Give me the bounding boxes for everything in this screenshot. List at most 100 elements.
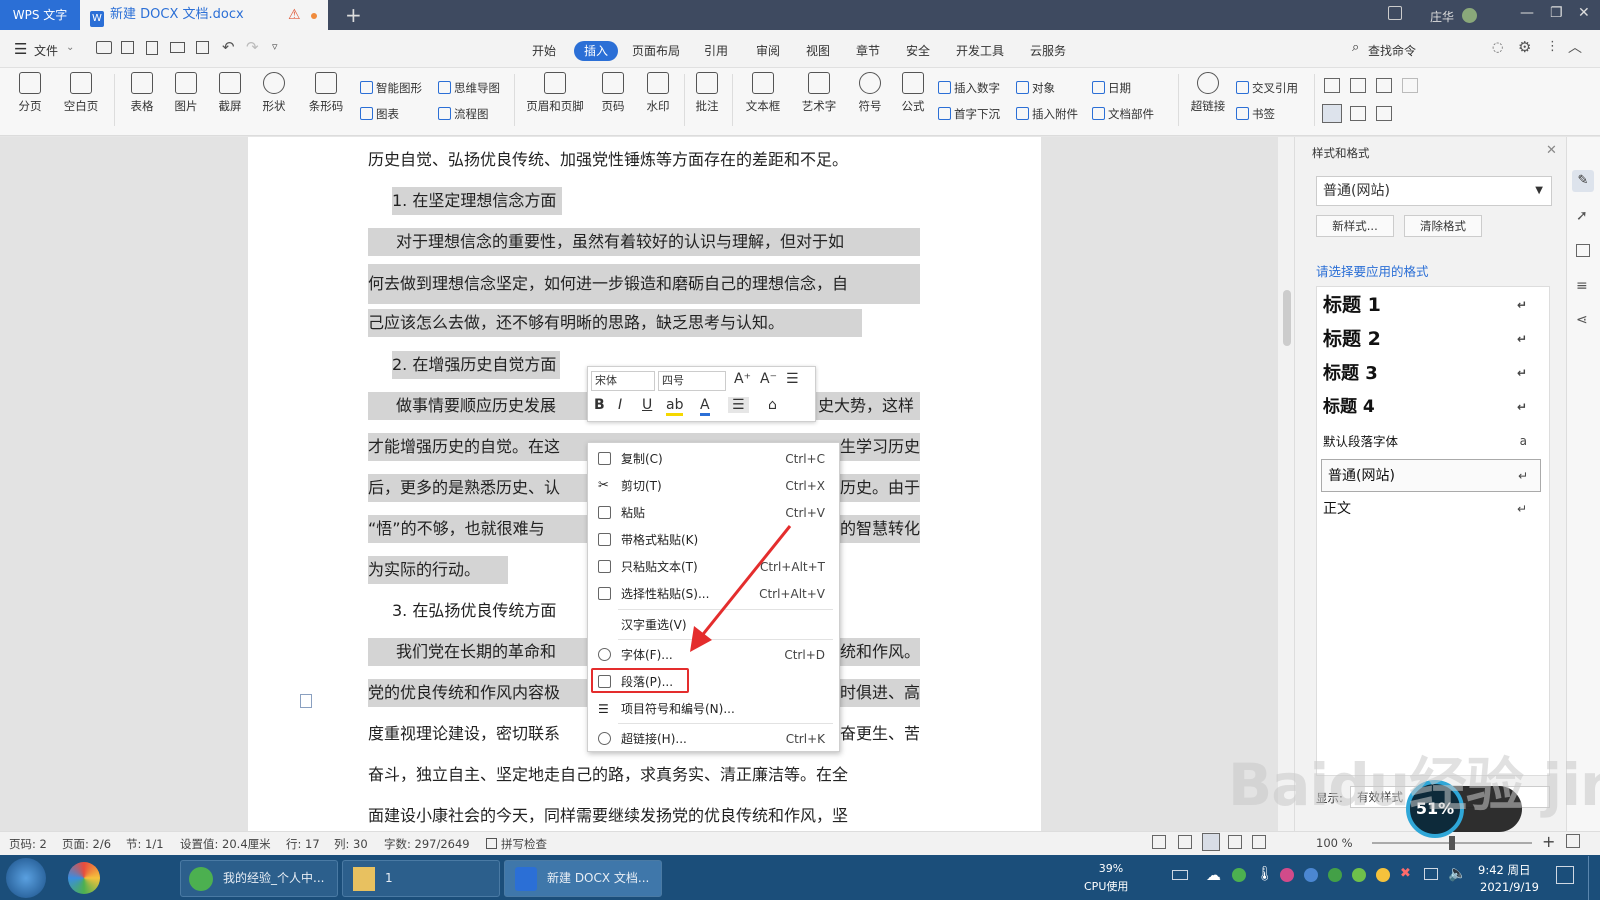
shape-button[interactable]: 形状 <box>254 72 294 114</box>
scrollbar-thumb[interactable] <box>1283 290 1291 346</box>
doc-line[interactable]: 的智慧转化 <box>840 515 920 543</box>
print-icon[interactable] <box>170 42 185 53</box>
clock-time[interactable]: 9:42 周日 <box>1478 862 1530 878</box>
status-column[interactable]: 列: 30 <box>334 836 368 852</box>
zoom-in-icon[interactable]: + <box>1542 832 1555 851</box>
clock-date[interactable]: 2021/9/19 <box>1480 880 1539 894</box>
doc-line[interactable]: 统和作风。 <box>836 638 920 666</box>
doc-line[interactable]: 史大势，这样 <box>816 392 920 420</box>
date-button[interactable]: 日期 <box>1092 80 1131 96</box>
new-style-button[interactable]: 新样式... <box>1316 215 1394 237</box>
page-break-button[interactable]: 分页 <box>10 72 50 114</box>
monitor-icon[interactable] <box>1424 868 1438 880</box>
attachment-button[interactable]: 插入附件 <box>1016 106 1078 122</box>
doc-heading[interactable]: 1. 在坚定理想信念方面 <box>392 187 563 215</box>
chevron-down-icon[interactable]: ⌄ <box>66 42 74 53</box>
undo-icon[interactable]: ↶ <box>222 38 235 56</box>
table-button[interactable]: 表格 <box>122 72 162 114</box>
fit-page-icon[interactable] <box>1566 834 1580 848</box>
avatar[interactable] <box>1462 8 1477 23</box>
style-heading-3[interactable]: 标题 3 ↵ <box>1317 357 1539 390</box>
zoom-level[interactable]: 100 % <box>1316 836 1353 850</box>
window-layout-icon[interactable] <box>1388 6 1402 20</box>
vertical-scrollbar[interactable] <box>1278 137 1294 831</box>
user-name[interactable]: 庄华 <box>1430 8 1454 25</box>
doc-line[interactable]: 己应该怎么去做，还不够有明晰的思路，缺乏思考与认知。 <box>368 309 862 337</box>
pinned-app-icon[interactable] <box>68 862 100 894</box>
hyperlink-button[interactable]: 超链接 <box>1186 72 1230 114</box>
task-wps[interactable]: 新建 DOCX 文档... <box>504 860 662 897</box>
status-word-count[interactable]: 字数: 297/2649 <box>384 836 470 852</box>
tab-security[interactable]: 安全 <box>896 41 940 61</box>
style-heading-2[interactable]: 标题 2 ↵ <box>1317 323 1539 356</box>
cross-reference-button[interactable]: 交叉引用 <box>1236 80 1298 96</box>
doc-parts-button[interactable]: 文档部件 <box>1092 106 1154 122</box>
show-desktop-button[interactable] <box>1588 856 1600 900</box>
control-icon[interactable] <box>1402 78 1418 93</box>
watermark-button[interactable]: 水印 <box>638 72 678 114</box>
file-menu[interactable]: 文件 <box>34 42 58 59</box>
doc-line[interactable]: 历史自觉、弘扬优良传统、加强党性锤炼等方面存在的差距和不足。 <box>368 146 848 174</box>
grow-font-icon[interactable]: A⁺ <box>734 371 751 387</box>
checkbox-control-icon[interactable] <box>1350 78 1366 93</box>
align-icon[interactable]: ☰ <box>728 397 749 413</box>
text-box-button[interactable]: 文本框 <box>740 72 786 114</box>
tray-app-icon[interactable] <box>1328 868 1342 882</box>
style-heading-1[interactable]: 标题 1 ↵ <box>1317 289 1539 322</box>
collapse-ribbon-icon[interactable]: ︿ <box>1568 37 1582 57</box>
tab-page-layout[interactable]: 页面布局 <box>622 41 690 61</box>
pen-icon[interactable]: ✎ <box>1572 170 1594 192</box>
status-line[interactable]: 行: 17 <box>286 836 320 852</box>
drop-cap-button[interactable]: 首字下沉 <box>938 106 1000 122</box>
bold-icon[interactable]: B <box>594 397 605 413</box>
warning-icon[interactable]: ⚠ <box>288 7 301 23</box>
italic-icon[interactable]: I <box>618 397 622 413</box>
save-icon[interactable] <box>121 41 134 54</box>
flowchart-button[interactable]: 流程图 <box>438 106 489 122</box>
notification-icon[interactable] <box>1556 866 1574 884</box>
tab-review[interactable]: 审阅 <box>746 41 790 61</box>
page-note-icon[interactable] <box>300 694 312 708</box>
underline-icon[interactable]: U <box>642 397 652 413</box>
volume-icon[interactable]: 🔈 <box>1448 864 1467 882</box>
font-name-select[interactable]: 宋体 <box>591 371 655 391</box>
outline-view-icon[interactable] <box>1228 835 1242 849</box>
form-icon[interactable] <box>1324 78 1340 93</box>
smart-graphic-button[interactable]: 智能图形 <box>360 80 422 96</box>
print-preview-icon[interactable] <box>196 41 209 54</box>
status-pages[interactable]: 页面: 2/6 <box>62 836 111 852</box>
line-spacing-icon[interactable]: ☰ <box>786 371 799 387</box>
barcode-button[interactable]: 条形码 <box>302 72 350 114</box>
doc-line[interactable]: 时俱进、高 <box>836 679 920 707</box>
clear-format-button[interactable]: 清除格式 <box>1404 215 1482 237</box>
new-tab-button[interactable]: + <box>345 3 362 27</box>
chart-button[interactable]: 图表 <box>360 106 399 122</box>
style-body-text[interactable]: 正文 ↵ <box>1317 493 1539 526</box>
doc-line[interactable]: 对于理想信念的重要性，虽然有着较好的认识与理解，但对于如 <box>368 228 920 256</box>
tab-developer[interactable]: 开发工具 <box>946 41 1014 61</box>
screenshot-button[interactable]: 截屏 <box>210 72 250 114</box>
font-color-icon[interactable]: A <box>700 397 710 416</box>
doc-line[interactable]: 何去做到理想信念坚定，如何进一步锻造和磨砺自己的理想信念，自 <box>368 264 920 304</box>
tray-app-icon[interactable] <box>1376 868 1390 882</box>
doc-line[interactable]: 奋更生、苦 <box>836 720 920 748</box>
keyboard-icon[interactable] <box>1172 870 1188 880</box>
share-icon[interactable]: ⋖ <box>1576 312 1588 328</box>
menu-hamburger-icon[interactable]: ☰ <box>14 40 27 58</box>
design-mode-icon[interactable] <box>1322 104 1342 123</box>
read-mode-icon[interactable] <box>1178 835 1192 849</box>
status-page[interactable]: 页码: 2 <box>9 836 47 852</box>
app-tab[interactable]: WPS 文字 <box>0 0 80 30</box>
list-control-icon[interactable] <box>1376 78 1392 93</box>
font-size-select[interactable]: 四号 <box>658 371 726 391</box>
doc-line[interactable]: 面建设小康社会的今天，同样需要继续发扬党的优良传统和作风，坚 <box>368 802 848 830</box>
insert-number-button[interactable]: 插入数字 <box>938 80 1000 96</box>
doc-line[interactable]: 为实际的行动。 <box>368 556 508 584</box>
symbol-button[interactable]: 符号 <box>852 72 888 114</box>
thermometer-icon[interactable]: 🌡 <box>1256 866 1274 882</box>
tab-references[interactable]: 引用 <box>694 41 738 61</box>
doc-heading[interactable]: 3. 在弘扬优良传统方面 <box>392 597 556 625</box>
picture-button[interactable]: 图片 <box>166 72 206 114</box>
cursor-icon[interactable]: ➚ <box>1576 208 1588 224</box>
styles-panel-title[interactable]: 样式和格式 <box>1312 145 1370 161</box>
